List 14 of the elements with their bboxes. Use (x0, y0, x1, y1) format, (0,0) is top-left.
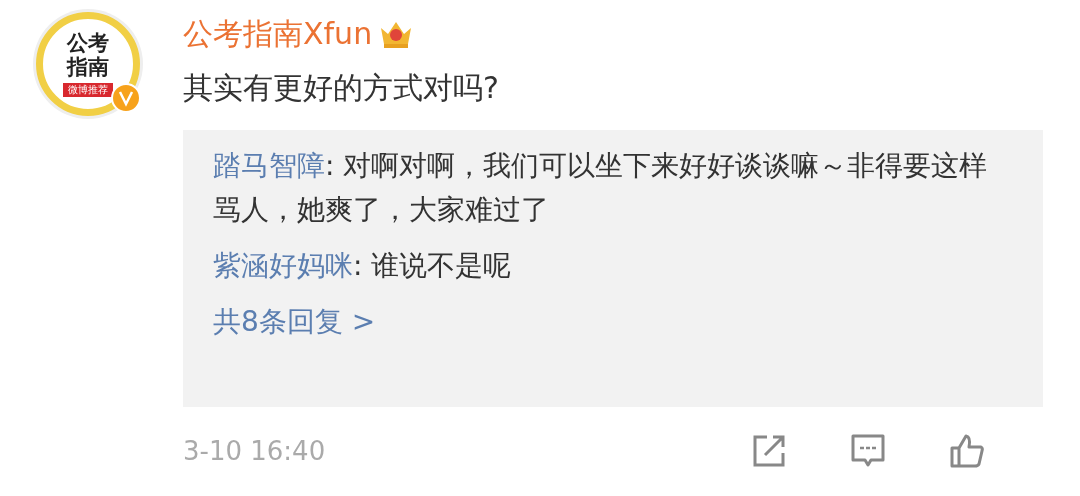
reply-username[interactable]: 紫涵好妈咪 (213, 249, 353, 282)
reply-username[interactable]: 踏马智障 (213, 149, 325, 182)
comment-text: 其实有更好的方式对吗? (183, 69, 500, 107)
like-icon[interactable] (949, 433, 985, 469)
avatar-ribbon: 微博推荐 (63, 83, 113, 98)
comment-icon[interactable] (850, 433, 886, 469)
reply-text: 紫涵好妈咪: 谁说不是呢 (213, 248, 513, 284)
more-replies-link[interactable]: 共8条回复 > (213, 300, 1013, 344)
reply-text: 踏马智障: 对啊对啊，我们可以坐下来好好谈谈嘛～非得要这样骂人，她爽了，大家难过了 (213, 148, 989, 228)
share-icon[interactable] (751, 433, 787, 469)
author-name[interactable]: 公考指南Xfun (183, 13, 373, 55)
comment-time: 3-10 16:40 (183, 436, 326, 466)
avatar[interactable]: 公考指南 微博推荐 (36, 12, 140, 116)
avatar-text: 公考指南 (65, 30, 110, 80)
